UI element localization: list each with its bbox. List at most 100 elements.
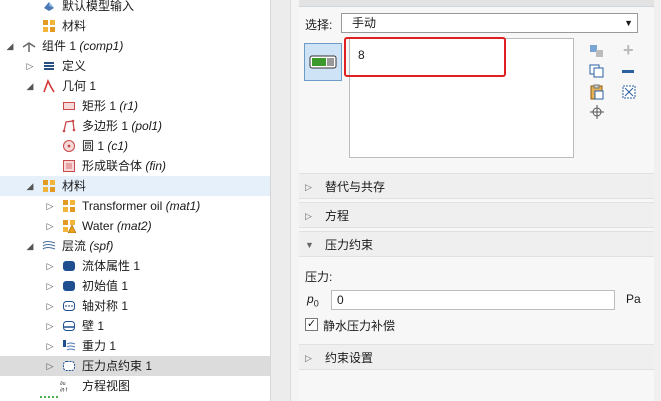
polygon-icon — [62, 119, 76, 133]
tree-item-materials-global[interactable]: 材料 — [0, 16, 270, 36]
tree-item-label: 压力点约束 1 — [82, 359, 153, 373]
tree-item-label: 方程视图 — [82, 379, 131, 393]
section-title: 方程 — [325, 209, 350, 223]
collapse-arrow-icon[interactable]: ◢ — [25, 176, 35, 196]
tree-item-circle-1[interactable]: 圆 1 (c1) — [0, 136, 270, 156]
collapse-arrow-icon[interactable]: ◢ — [25, 236, 35, 256]
tree-item-label: 定义 — [62, 59, 87, 73]
tree-item-tag: (comp1) — [79, 39, 124, 53]
tree-item-label: Water — [82, 219, 117, 233]
axial-symmetry-icon — [63, 301, 75, 311]
rectangle-icon — [63, 102, 75, 110]
highlight-box — [344, 37, 506, 77]
expand-arrow-icon[interactable]: ▷ — [45, 276, 55, 296]
materials-icon — [43, 20, 55, 32]
section-override-coexistence[interactable]: ▷ 替代与共存 — [299, 173, 661, 199]
tree-item-pressure-point-constraint[interactable]: ▷ 压力点约束 1 — [0, 356, 270, 376]
tree-partial-icon — [40, 396, 58, 401]
clear-selection-icon[interactable] — [621, 84, 637, 100]
vertical-scrollbar[interactable] — [654, 0, 661, 401]
expand-arrow-icon[interactable]: ▷ — [25, 56, 35, 76]
tree-item-label: 圆 1 — [82, 139, 108, 153]
section-title: 压力约束 — [325, 238, 374, 252]
panel-top-bar — [299, 0, 661, 7]
tree-item-label: Transformer oil — [82, 199, 166, 213]
tree-item-tag: (fin) — [145, 159, 167, 173]
pressure-label: 压力: — [305, 270, 333, 284]
tree-item-rectangle-1[interactable]: 矩形 1 (r1) — [0, 96, 270, 116]
tree-item-label: 轴对称 1 — [82, 299, 129, 313]
paste-selection-icon[interactable] — [589, 44, 605, 58]
tree-item-default-model-input[interactable]: 默认模型输入 — [0, 0, 270, 16]
hydrostatic-checkbox[interactable]: ✓ — [305, 318, 318, 331]
expand-arrow-icon[interactable]: ▷ — [45, 356, 55, 376]
expand-arrow-icon[interactable]: ▷ — [45, 256, 55, 276]
tree-item-label: 多边形 1 — [82, 119, 132, 133]
tree-item-tag: (pol1) — [131, 119, 163, 133]
material-icon — [63, 200, 75, 212]
tree-item-polygon-1[interactable]: 多边形 1 (pol1) — [0, 116, 270, 136]
tree-item-water[interactable]: ▷ Water (mat2) — [0, 216, 270, 236]
tree-item-transformer-oil[interactable]: ▷ Transformer oil (mat1) — [0, 196, 270, 216]
expand-arrow-icon: ▷ — [305, 182, 312, 192]
p0-symbol: p0 — [307, 292, 319, 309]
circle-icon — [63, 140, 75, 152]
tree-item-laminar-flow[interactable]: ◢ 层流 (spf) — [0, 236, 270, 256]
zoom-to-selection-icon[interactable] — [589, 104, 605, 120]
tree-item-form-union[interactable]: 形成联合体 (fin) — [0, 156, 270, 176]
add-icon[interactable]: + — [623, 40, 634, 61]
tree-item-tag: (c1) — [107, 139, 129, 153]
tree-item-wall[interactable]: ▷ 壁 1 — [0, 316, 270, 336]
tree-item-initial-values[interactable]: ▷ 初始值 1 — [0, 276, 270, 296]
tree-item-materials[interactable]: ◢ 材料 — [0, 176, 270, 196]
clipboard-icon[interactable] — [589, 84, 605, 100]
selection-dropdown-value: 手动 — [352, 16, 377, 30]
material-warning-icon — [63, 220, 76, 233]
tree-item-label: 初始值 1 — [82, 279, 129, 293]
tree-item-tag: (mat2) — [116, 219, 152, 233]
copy-selection-icon[interactable] — [589, 64, 605, 78]
splitter-bar-inner[interactable] — [290, 0, 299, 401]
tree-item-tag: (mat1) — [165, 199, 201, 213]
p0-value: 0 — [337, 293, 344, 307]
section-constraint-settings[interactable]: ▷ 约束设置 — [299, 344, 661, 370]
tree-item-geometry-1[interactable]: ◢ 几何 1 — [0, 76, 270, 96]
selection-label: 选择: — [305, 18, 333, 32]
tree-item-axial-symmetry[interactable]: ▷ 轴对称 1 — [0, 296, 270, 316]
activate-selection-toggle[interactable] — [304, 43, 342, 81]
equation-view-icon: ∂u∂t·f — [60, 381, 68, 393]
expand-arrow-icon[interactable]: ▷ — [45, 216, 55, 236]
tree-item-label: 组件 1 — [42, 39, 80, 53]
tree-item-gravity[interactable]: ▷ 重力 1 — [0, 336, 270, 356]
p0-input[interactable]: 0 — [331, 290, 615, 310]
tree-item-component-1[interactable]: ◢ 组件 1 (comp1) — [0, 36, 270, 56]
expand-arrow-icon[interactable]: ▷ — [45, 316, 55, 336]
tree-item-label: 重力 1 — [82, 339, 117, 353]
collapse-arrow-icon[interactable]: ◢ — [5, 36, 15, 56]
tree-item-definitions[interactable]: ▷ 定义 — [0, 56, 270, 76]
tree-item-label: 矩形 1 — [82, 99, 120, 113]
section-equation[interactable]: ▷ 方程 — [299, 202, 661, 228]
expand-arrow-icon[interactable]: ▷ — [45, 196, 55, 216]
tree-item-fluid-properties[interactable]: ▷ 流体属性 1 — [0, 256, 270, 276]
section-pressure-constraint[interactable]: ▼ 压力约束 — [299, 231, 661, 257]
splitter-bar[interactable] — [270, 0, 291, 401]
svg-text:∂u: ∂u — [60, 381, 66, 387]
component-icon — [22, 42, 36, 52]
expand-arrow-icon[interactable]: ▷ — [45, 336, 55, 356]
tree-item-equation-view[interactable]: ∂u ∂t·f 方程视图 — [0, 376, 270, 396]
remove-icon[interactable] — [622, 70, 634, 73]
collapse-arrow-icon[interactable]: ◢ — [25, 76, 35, 96]
tree-item-tag: (spf) — [89, 239, 114, 253]
selection-dropdown[interactable]: 手动 ▼ — [341, 13, 638, 33]
section-title: 替代与共存 — [325, 180, 386, 194]
expand-arrow-icon[interactable]: ▷ — [45, 296, 55, 316]
section-title: 约束设置 — [325, 351, 374, 365]
p0-unit: Pa — [626, 292, 641, 306]
tree-item-label: 默认模型输入 — [62, 0, 135, 13]
pressure-point-icon — [63, 361, 75, 371]
laminar-flow-icon — [42, 240, 56, 250]
gravity-icon — [63, 340, 76, 351]
fluid-properties-icon — [63, 261, 75, 271]
expand-arrow-icon: ▷ — [305, 353, 312, 363]
